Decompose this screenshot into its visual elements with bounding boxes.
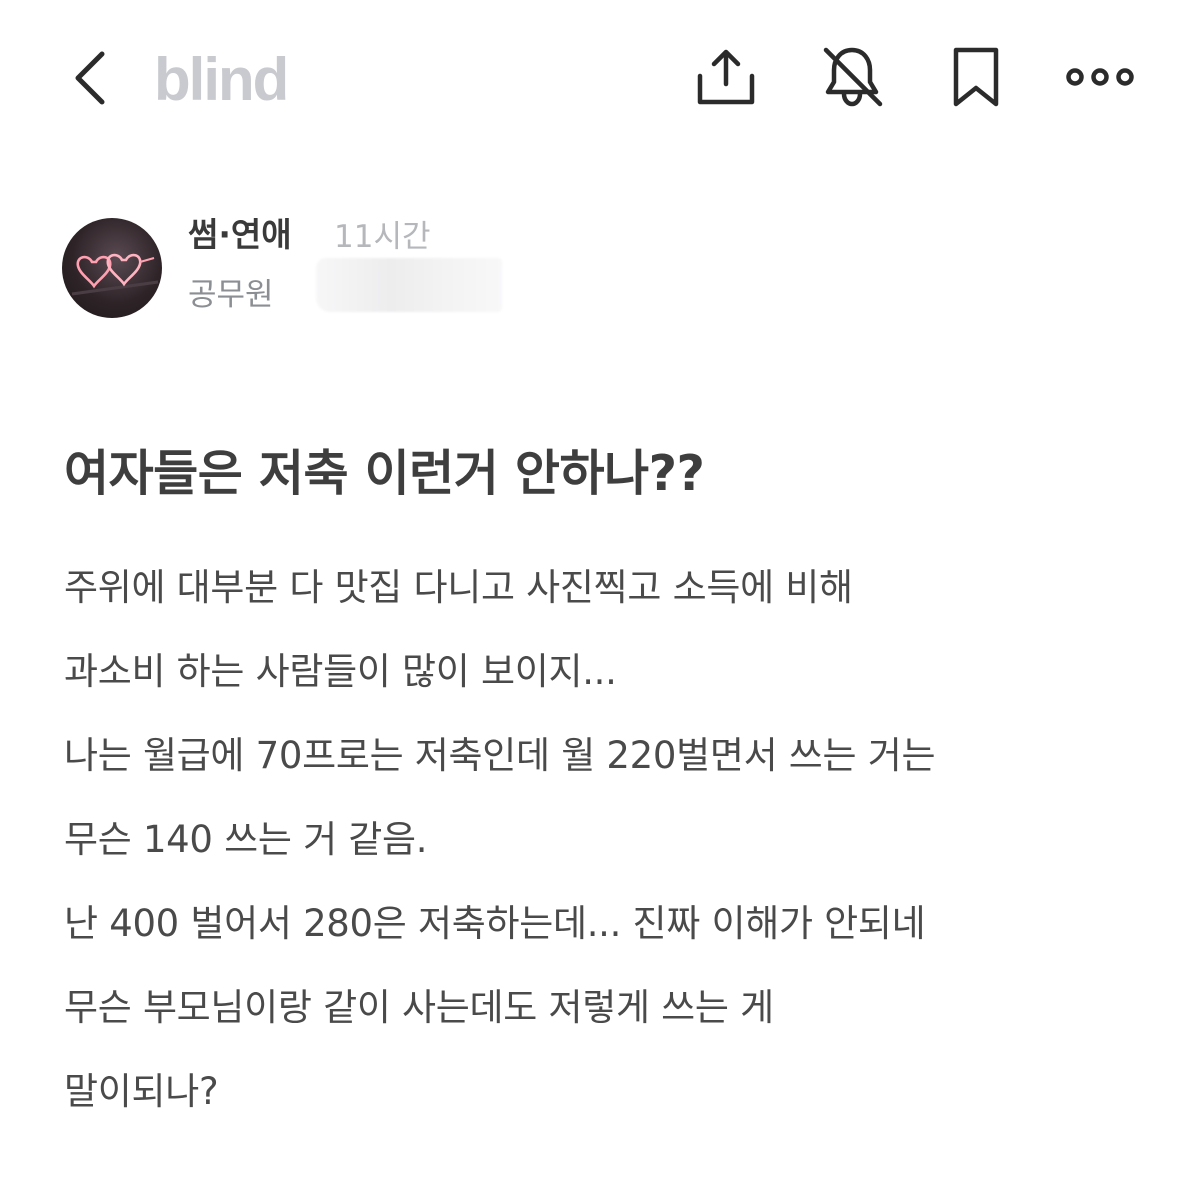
author-company[interactable]: 공무원 [188,270,274,320]
blind-logo[interactable]: blind [154,40,289,120]
post-body-line: 무슨 140 쓰는 거 같음. [64,818,428,861]
back-button[interactable] [62,48,122,108]
post-body-line: 무슨 부모님이랑 같이 사는데도 저렇게 쓰는 게 [64,986,774,1029]
post-body-line: 과소비 하는 사람들이 많이 보이지... [64,650,617,693]
notification-toggle-button[interactable] [820,44,884,108]
share-button[interactable] [694,44,758,108]
share-icon [697,49,755,105]
bell-off-icon [823,47,883,107]
neon-hearts-avatar [71,253,159,296]
top-navigation-bar: blind [0,0,1200,160]
author-nickname-redacted [316,258,502,312]
bookmark-button[interactable] [944,44,1008,108]
bookmark-icon [953,47,999,107]
more-options-button[interactable] [1066,44,1134,108]
more-horizontal-icon [1066,68,1134,86]
chevron-left-icon [75,51,105,105]
post-body-line: 주위에 대부분 다 맛집 다니고 사진찍고 소득에 비해 [64,566,853,609]
post-time: 11시간 [334,219,431,255]
post-body-line: 난 400 벌어서 280은 저축하는데... 진짜 이해가 안되네 [64,902,926,945]
post-body: 주위에 대부분 다 맛집 다니고 사진찍고 소득에 비해 과소비 하는 사람들이… [64,546,1174,1134]
post-title: 여자들은 저축 이런거 안하나?? [64,445,705,502]
author-avatar[interactable] [62,218,162,318]
post-category-link[interactable]: 썸·연애 [188,210,292,260]
post-body-line: 나는 월급에 70프로는 저축인데 월 220벌면서 쓰는 거는 [64,734,936,777]
post-body-line: 말이되나? [64,1070,219,1113]
